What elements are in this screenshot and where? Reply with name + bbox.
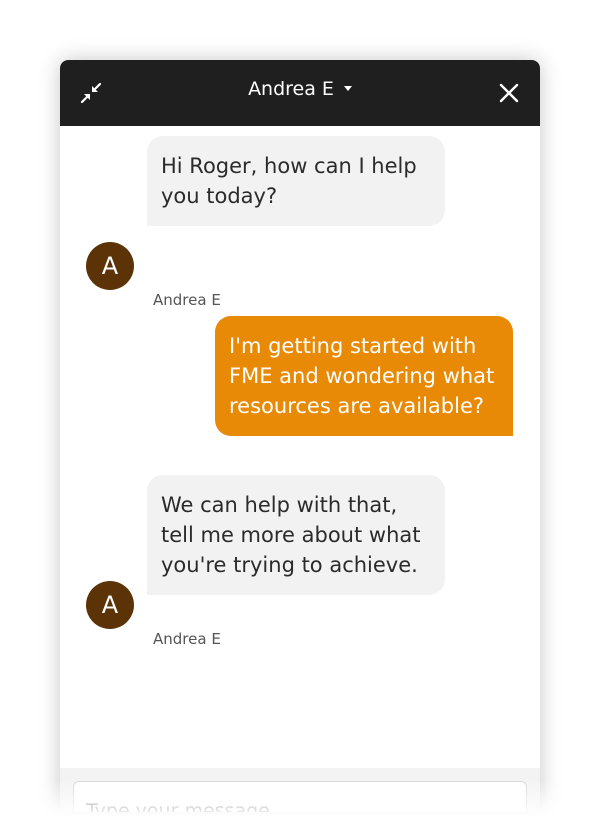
agent-name: Andrea E xyxy=(248,78,334,100)
avatar-initial: A xyxy=(101,252,119,280)
chat-header: Andrea E xyxy=(60,60,540,126)
message-text: Hi Roger, how can I help you today? xyxy=(161,154,417,208)
avatar-initial: A xyxy=(101,591,119,619)
minimize-button[interactable] xyxy=(78,80,104,106)
user-message-bubble: I'm getting started with FME and wonderi… xyxy=(215,316,513,436)
message-sender: Andrea E xyxy=(153,630,221,648)
avatar: A xyxy=(86,242,134,290)
close-icon xyxy=(499,83,519,103)
minimize-arrows-icon xyxy=(80,82,102,104)
message-sender: Andrea E xyxy=(153,291,221,309)
agent-message-bubble: Hi Roger, how can I help you today? xyxy=(147,136,445,226)
bottom-fade xyxy=(0,780,600,830)
agent-message-bubble: We can help with that, tell me more abou… xyxy=(147,475,445,595)
chat-window: Andrea E Hi Roger, how can I help you to… xyxy=(60,60,540,812)
caret-down-icon xyxy=(343,85,352,91)
message-text: I'm getting started with FME and wonderi… xyxy=(229,334,495,418)
agent-name-dropdown[interactable]: Andrea E xyxy=(210,74,390,104)
message-text: We can help with that, tell me more abou… xyxy=(161,493,421,577)
avatar: A xyxy=(86,581,134,629)
close-button[interactable] xyxy=(496,80,522,106)
message-list: Hi Roger, how can I help you today? A An… xyxy=(60,126,540,768)
